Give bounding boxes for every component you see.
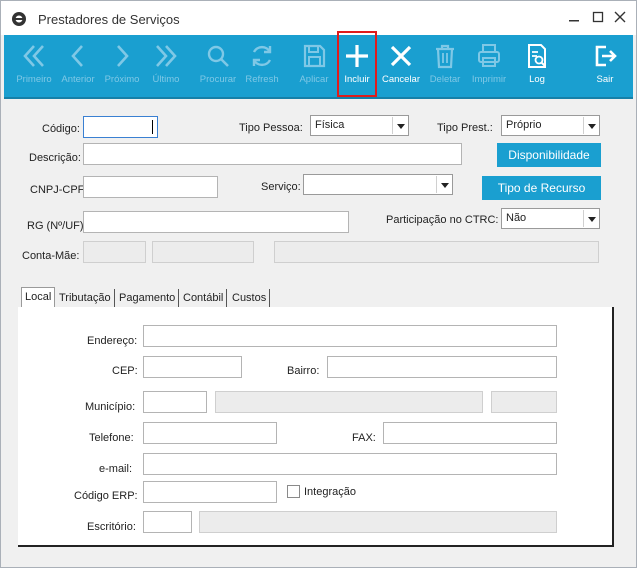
close-x-icon: [390, 45, 412, 67]
tipo-pessoa-value: Física: [315, 119, 345, 131]
tab-tributacao[interactable]: Tributação: [56, 289, 115, 309]
tab-local[interactable]: Local: [21, 287, 56, 309]
municipio-code-input[interactable]: [143, 391, 207, 413]
cnpj-cpf-label: CNPJ-CPF: [30, 184, 85, 196]
codigo-label: Código:: [42, 123, 80, 135]
disponibilidade-button[interactable]: Disponibilidade: [497, 143, 601, 167]
search-button[interactable]: Procurar: [196, 35, 240, 97]
fax-label: FAX:: [352, 432, 376, 444]
escritorio-label: Escritório:: [87, 521, 136, 533]
conta-mae-name-field: [274, 241, 599, 263]
tipo-prest-value: Próprio: [506, 119, 542, 131]
servico-select[interactable]: [303, 174, 453, 195]
tipo-pessoa-select[interactable]: Física: [310, 115, 409, 136]
codigo-erp-label: Código ERP:: [74, 490, 138, 502]
cancel-button[interactable]: Cancelar: [379, 35, 423, 97]
conta-mae-code-field: [83, 241, 146, 263]
tipo-recurso-button[interactable]: Tipo de Recurso: [482, 176, 601, 200]
descricao-label: Descrição:: [29, 152, 81, 164]
endereco-input[interactable]: [143, 325, 557, 347]
cep-label: CEP:: [112, 365, 138, 377]
servico-label: Serviço:: [261, 181, 301, 193]
email-input[interactable]: [143, 453, 557, 475]
tipo-prest-select[interactable]: Próprio: [501, 115, 600, 136]
codigo-erp-input[interactable]: [143, 481, 277, 503]
toolbar: Primeiro Anterior Próximo Último Procura…: [4, 31, 633, 99]
app-window: Prestadores de Serviços Primeiro Anterio…: [0, 0, 637, 568]
escritorio-code-input[interactable]: [143, 511, 192, 533]
integracao-checkbox[interactable]: [287, 485, 300, 498]
printer-icon: [478, 44, 500, 67]
minimize-icon[interactable]: [566, 9, 582, 25]
tipo-prest-label: Tipo Prest.:: [437, 122, 493, 134]
log-document-icon: [528, 44, 546, 68]
exit-button[interactable]: Sair: [583, 35, 627, 97]
conta-mae-label: Conta-Mãe:: [22, 250, 80, 262]
participacao-value: Não: [506, 212, 527, 224]
rg-input[interactable]: [83, 211, 349, 233]
cep-input[interactable]: [143, 356, 242, 378]
next-button[interactable]: Próximo: [100, 35, 144, 97]
close-icon[interactable]: [612, 9, 628, 25]
email-label: e-mail:: [99, 463, 133, 475]
rg-label: RG (Nº/UF): [27, 220, 84, 232]
telefone-label: Telefone:: [89, 432, 134, 444]
chevron-down-icon: [392, 117, 407, 134]
last-button[interactable]: Último: [144, 35, 188, 97]
tab-contabil[interactable]: Contábil: [180, 289, 228, 309]
escritorio-name-field: [199, 511, 557, 533]
descricao-input[interactable]: [83, 143, 462, 165]
save-disk-icon: [303, 44, 326, 68]
municipio-name-field: [215, 391, 483, 413]
municipio-uf-field: [491, 391, 557, 413]
bairro-input[interactable]: [327, 356, 557, 378]
tab-custos[interactable]: Custos: [229, 289, 271, 309]
municipio-label: Município:: [85, 401, 136, 413]
refresh-icon: [252, 45, 272, 67]
chevron-down-icon: [583, 210, 598, 227]
search-icon: [207, 45, 229, 67]
log-button[interactable]: Log: [515, 35, 559, 97]
chevron-left-icon: [71, 45, 83, 67]
integracao-label: Integração: [304, 486, 356, 498]
bairro-label: Bairro:: [287, 365, 320, 377]
apply-button[interactable]: Aplicar: [292, 35, 336, 97]
previous-button[interactable]: Anterior: [56, 35, 100, 97]
text-cursor: [152, 120, 153, 134]
telefone-input[interactable]: [143, 422, 277, 444]
chevron-down-icon: [583, 117, 598, 134]
delete-button[interactable]: Deletar: [423, 35, 467, 97]
tab-pagamento[interactable]: Pagamento: [116, 289, 180, 309]
cnpj-cpf-input[interactable]: [83, 176, 218, 198]
exit-icon: [595, 45, 617, 67]
participacao-select[interactable]: Não: [501, 208, 600, 229]
tipo-pessoa-label: Tipo Pessoa:: [239, 122, 303, 134]
trash-icon: [436, 44, 454, 69]
conta-mae-doc-field: [152, 241, 254, 263]
maximize-icon[interactable]: [590, 9, 606, 25]
chevron-right-icon: [117, 45, 129, 67]
first-button[interactable]: Primeiro: [12, 35, 56, 97]
double-chevron-left-icon: [23, 45, 44, 67]
chevron-down-icon: [436, 176, 451, 193]
double-chevron-right-icon: [156, 45, 177, 67]
window-title: Prestadores de Serviços: [38, 12, 180, 27]
highlight-box: [337, 31, 377, 97]
print-button[interactable]: Imprimir: [467, 35, 511, 97]
app-logo-icon: [12, 12, 26, 26]
fax-input[interactable]: [383, 422, 557, 444]
codigo-input[interactable]: [83, 116, 158, 138]
participacao-label: Participação no CTRC:: [386, 214, 499, 226]
endereco-label: Endereço:: [87, 335, 138, 347]
title-bar: Prestadores de Serviços: [1, 1, 636, 35]
refresh-button[interactable]: Refresh: [240, 35, 284, 97]
